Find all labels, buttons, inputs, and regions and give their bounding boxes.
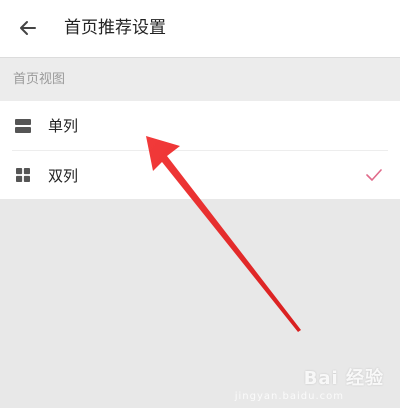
option-label: 双列 [48,167,79,185]
single-column-icon [15,119,31,133]
view-options-list: 单列 双列 [0,101,400,199]
back-button[interactable] [12,12,44,44]
option-double-column[interactable]: 双列 [0,151,400,200]
option-single-column[interactable]: 单列 [0,101,400,151]
app-bar: 首页推荐设置 [0,0,400,58]
page-title: 首页推荐设置 [64,18,166,38]
watermark-logo: Bai 经验 [303,368,384,389]
watermark-url: jingyan.baidu.com [234,391,344,402]
option-label: 单列 [48,117,79,135]
arrow-left-icon [20,21,36,35]
checkmark-icon [366,169,382,181]
section-header: 首页视图 [0,58,400,101]
section-title: 首页视图 [13,72,66,87]
grid-icon [16,168,30,182]
